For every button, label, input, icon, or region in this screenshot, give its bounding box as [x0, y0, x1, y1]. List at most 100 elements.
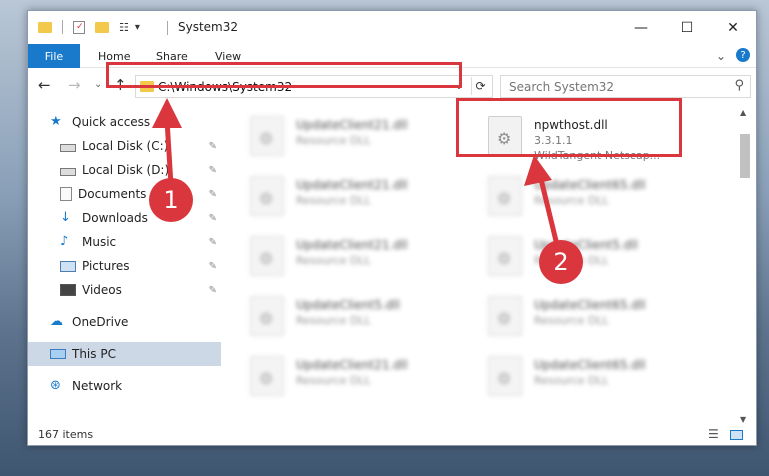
tab-file[interactable]: File	[28, 44, 80, 68]
sidebar-item-quick-access[interactable]: ★ Quick access	[28, 110, 221, 134]
search-icon[interactable]: ⚲	[734, 78, 744, 93]
sidebar-item-label: Local Disk (C:)	[82, 139, 169, 153]
file-description: Resource DLL	[296, 134, 371, 147]
navigation-pane: ★ Quick access Local Disk (C:) ✎ Local D…	[28, 106, 221, 426]
close-button[interactable]: ✕	[710, 11, 756, 44]
file-description: Resource DLL	[296, 194, 371, 207]
videos-icon	[60, 284, 76, 296]
sidebar-item-network[interactable]: ⊛ Network	[28, 374, 221, 398]
forward-arrow-icon[interactable]: →	[68, 76, 81, 94]
item-count: 167 items	[38, 428, 94, 441]
new-folder-icon[interactable]	[95, 21, 109, 33]
file-description: Resource DLL	[534, 374, 609, 387]
file-description: Resource DLL	[296, 254, 371, 267]
title-bar: ✓ ☷ ▾ System32 — ☐ ✕	[28, 11, 756, 44]
file-item[interactable]: UpdateClient65.dll Resource DLL	[488, 172, 708, 224]
sidebar-item-this-pc[interactable]: This PC	[28, 342, 221, 366]
sidebar-item-local-disk-c[interactable]: Local Disk (C:) ✎	[28, 134, 221, 158]
network-icon: ⊛	[50, 378, 61, 393]
file-item[interactable]: UpdateClient65.dll Resource DLL	[488, 292, 708, 344]
title-separator	[167, 21, 168, 35]
toolbar-dropdown-icon[interactable]: ▾	[135, 22, 140, 33]
sidebar-item-label: Quick access	[72, 115, 151, 129]
refresh-icon[interactable]: ⟳	[471, 77, 489, 95]
sidebar-item-label: Videos	[82, 283, 122, 297]
dll-file-icon	[488, 356, 522, 396]
file-name: UpdateClient65.dll	[534, 178, 646, 192]
documents-icon	[60, 187, 72, 201]
address-bar-highlight	[106, 62, 462, 88]
pin-icon: ✎	[208, 260, 217, 272]
file-item[interactable]: UpdateClient5.dll Resource DLL	[488, 232, 708, 284]
sidebar-item-label: Local Disk (D:)	[82, 163, 170, 177]
dll-file-icon	[488, 176, 522, 216]
search-box[interactable]: ⚲	[500, 75, 751, 98]
file-name: UpdateClient21.dll	[296, 238, 408, 252]
sidebar-item-label: OneDrive	[72, 315, 129, 329]
file-name: UpdateClient21.dll	[296, 358, 408, 372]
file-item[interactable]: UpdateClient21.dll Resource DLL	[250, 352, 470, 404]
sidebar-item-onedrive[interactable]: ☁ OneDrive	[28, 310, 221, 334]
file-highlight	[456, 98, 682, 157]
quick-access-toolbar: ✓ ☷ ▾	[38, 20, 140, 34]
sidebar-item-videos[interactable]: Videos ✎	[28, 278, 221, 302]
file-item[interactable]: UpdateClient21.dll Resource DLL	[250, 112, 470, 164]
file-name: UpdateClient65.dll	[534, 358, 646, 372]
large-icons-view-icon[interactable]	[730, 430, 743, 440]
drive-icon	[60, 167, 76, 176]
dll-file-icon	[250, 116, 284, 156]
maximize-button[interactable]: ☐	[664, 11, 710, 44]
file-description: Resource DLL	[296, 374, 371, 387]
properties-icon[interactable]: ✓	[73, 20, 85, 34]
file-name: UpdateClient65.dll	[534, 298, 646, 312]
scrollbar-thumb[interactable]	[740, 134, 750, 178]
step-2-badge: 2	[539, 240, 583, 284]
music-icon: ♪	[60, 234, 69, 249]
pin-icon: ✎	[208, 140, 217, 152]
dll-file-icon	[250, 356, 284, 396]
pin-icon: ✎	[208, 164, 217, 176]
sidebar-item-local-disk-d[interactable]: Local Disk (D:) ✎	[28, 158, 221, 182]
star-icon: ★	[50, 114, 62, 129]
details-view-icon[interactable]: ☰	[708, 427, 719, 441]
file-name: UpdateClient21.dll	[296, 178, 408, 192]
minimize-button[interactable]: —	[618, 11, 664, 44]
file-item[interactable]: UpdateClient21.dll Resource DLL	[250, 172, 470, 224]
sidebar-item-music[interactable]: ♪ Music ✎	[28, 230, 221, 254]
downloads-icon: ↓	[60, 210, 71, 225]
help-icon[interactable]: ?	[736, 48, 750, 62]
scroll-down-icon[interactable]: ▼	[740, 415, 746, 424]
search-input[interactable]	[501, 76, 721, 97]
recent-locations-icon[interactable]: ⌄	[94, 79, 102, 90]
separator-line	[62, 20, 63, 34]
file-item[interactable]: UpdateClient21.dll Resource DLL	[250, 232, 470, 284]
sidebar-item-pictures[interactable]: Pictures ✎	[28, 254, 221, 278]
sidebar-item-label: This PC	[72, 347, 116, 361]
pin-icon: ✎	[208, 212, 217, 224]
ribbon-expand-icon[interactable]: ⌄	[716, 44, 726, 68]
folder-icon[interactable]	[38, 21, 52, 33]
sidebar-item-label: Documents	[78, 187, 147, 201]
vertical-scrollbar[interactable]: ▲ ▼	[738, 106, 752, 426]
sidebar-item-label: Pictures	[82, 259, 130, 273]
sidebar-item-downloads[interactable]: ↓ Downloads ✎	[28, 206, 221, 230]
pin-icon: ✎	[208, 236, 217, 248]
drive-icon	[60, 143, 76, 152]
dll-file-icon	[488, 236, 522, 276]
sidebar-item-label: Downloads	[82, 211, 148, 225]
this-pc-icon	[50, 349, 66, 359]
status-bar: 167 items ☰	[28, 426, 756, 446]
scroll-up-icon[interactable]: ▲	[740, 108, 746, 117]
pin-icon: ✎	[208, 188, 217, 200]
file-description: Resource DLL	[534, 194, 609, 207]
dll-file-icon	[250, 296, 284, 336]
sidebar-item-label: Network	[72, 379, 123, 393]
file-item[interactable]: UpdateClient65.dll Resource DLL	[488, 352, 708, 404]
customize-toolbar-icon[interactable]: ☷	[119, 21, 129, 34]
step-1-badge: 1	[149, 178, 193, 222]
file-item[interactable]: UpdateClient5.dll Resource DLL	[250, 292, 470, 344]
back-arrow-icon[interactable]: ←	[38, 76, 51, 94]
pin-icon: ✎	[208, 284, 217, 296]
file-name: UpdateClient21.dll	[296, 118, 408, 132]
onedrive-icon: ☁	[50, 314, 63, 329]
